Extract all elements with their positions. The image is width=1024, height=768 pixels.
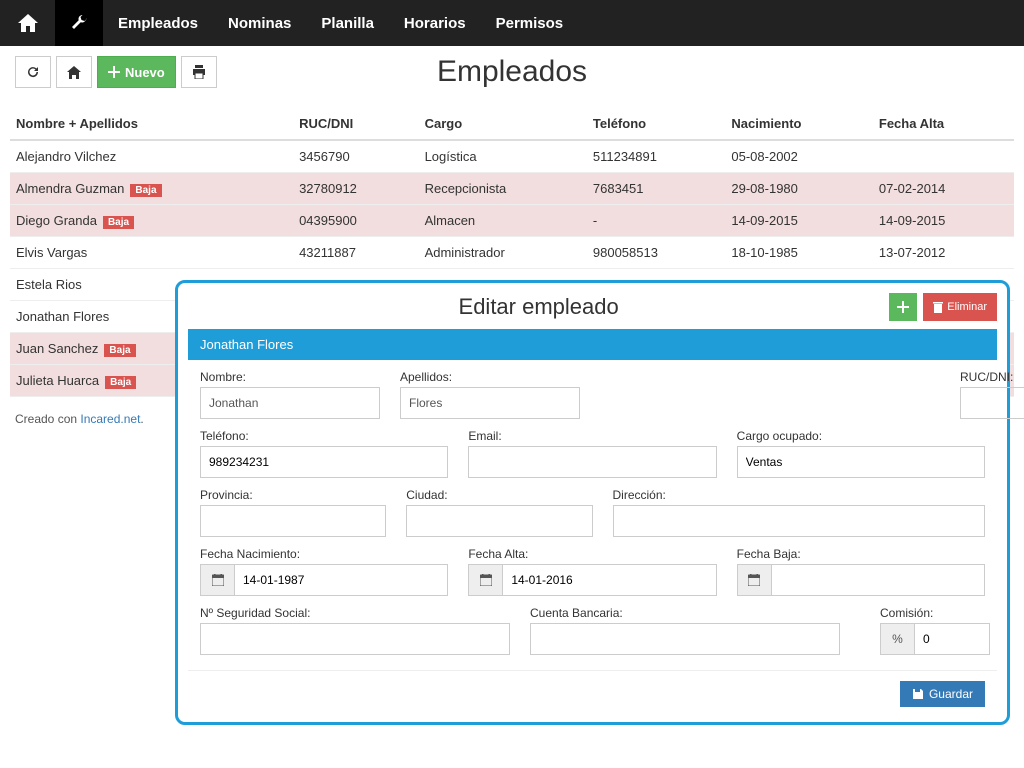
- input-cuenta[interactable]: [530, 623, 840, 655]
- input-fbaja[interactable]: [771, 564, 985, 596]
- value-apellidos: Flores: [400, 387, 580, 419]
- guardar-label: Guardar: [929, 687, 973, 701]
- nav-planilla[interactable]: Planilla: [306, 15, 389, 32]
- label-nombre: Nombre:: [200, 370, 380, 384]
- label-fbaja: Fecha Baja:: [737, 547, 985, 561]
- nav-empleados[interactable]: Empleados: [103, 15, 213, 32]
- baja-badge: Baja: [105, 376, 136, 389]
- label-cuenta: Cuenta Bancaria:: [530, 606, 840, 620]
- input-email[interactable]: [468, 446, 716, 478]
- input-provincia[interactable]: [200, 505, 386, 537]
- footer-link[interactable]: Incared.net: [80, 412, 140, 426]
- baja-badge: Baja: [130, 184, 161, 197]
- th-telefono[interactable]: Teléfono: [587, 108, 726, 140]
- calendar-icon[interactable]: [200, 564, 234, 596]
- label-provincia: Provincia:: [200, 488, 386, 502]
- baja-badge: Baja: [104, 344, 135, 357]
- label-ruc: RUC/DNI:: [960, 370, 1024, 384]
- value-ruc: 78923412: [960, 387, 1024, 419]
- editor-bluebar: Jonathan Flores: [188, 329, 997, 360]
- table-row[interactable]: Diego GrandaBaja04395900Almacen-14-09-20…: [10, 205, 1014, 237]
- label-fnac: Fecha Nacimiento:: [200, 547, 448, 561]
- label-ciudad: Ciudad:: [406, 488, 592, 502]
- table-row[interactable]: Elvis Vargas43211887Administrador9800585…: [10, 237, 1014, 269]
- value-nombre: Jonathan: [200, 387, 380, 419]
- calendar-icon[interactable]: [737, 564, 771, 596]
- input-fnac[interactable]: [234, 564, 448, 596]
- home-icon[interactable]: [0, 0, 55, 46]
- nav-nominas[interactable]: Nominas: [213, 15, 306, 32]
- table-row[interactable]: Almendra GuzmanBaja32780912Recepcionista…: [10, 173, 1014, 205]
- input-falta[interactable]: [502, 564, 716, 596]
- input-comision[interactable]: [914, 623, 990, 655]
- label-apellidos: Apellidos:: [400, 370, 580, 384]
- percent-addon: %: [880, 623, 914, 655]
- editor-title: Editar empleado: [188, 294, 889, 320]
- baja-badge: Baja: [103, 216, 134, 229]
- editor-add-button[interactable]: [889, 293, 917, 321]
- editor-panel: Editar empleado Eliminar Jonathan Flores…: [175, 280, 1010, 725]
- input-telefono[interactable]: [200, 446, 448, 478]
- th-alta[interactable]: Fecha Alta: [873, 108, 1014, 140]
- th-nacimiento[interactable]: Nacimiento: [725, 108, 873, 140]
- input-seg[interactable]: [200, 623, 510, 655]
- wrench-icon[interactable]: [55, 0, 103, 46]
- label-seg: Nº Seguridad Social:: [200, 606, 510, 620]
- toolbar: Nuevo: [0, 46, 1024, 93]
- label-email: Email:: [468, 429, 716, 443]
- table-row[interactable]: Alejandro Vilchez3456790Logística5112348…: [10, 140, 1014, 173]
- print-button[interactable]: [181, 56, 217, 88]
- toolbar-home-button[interactable]: [56, 56, 92, 88]
- editor-delete-button[interactable]: Eliminar: [923, 293, 997, 321]
- top-nav: Empleados Nominas Planilla Horarios Perm…: [0, 0, 1024, 46]
- label-telefono: Teléfono:: [200, 429, 448, 443]
- th-ruc[interactable]: RUC/DNI: [293, 108, 419, 140]
- th-nombre[interactable]: Nombre + Apellidos: [10, 108, 293, 140]
- th-cargo[interactable]: Cargo: [419, 108, 587, 140]
- footer-text: Creado con: [15, 412, 80, 426]
- label-cargo: Cargo ocupado:: [737, 429, 985, 443]
- label-falta: Fecha Alta:: [468, 547, 716, 561]
- editor-form: Nombre: Jonathan Apellidos: Flores RUC/D…: [188, 360, 997, 670]
- label-direccion: Dirección:: [613, 488, 986, 502]
- nav-horarios[interactable]: Horarios: [389, 15, 481, 32]
- refresh-button[interactable]: [15, 56, 51, 88]
- label-comision: Comisión:: [880, 606, 990, 620]
- footer-dot: .: [140, 412, 143, 426]
- guardar-button[interactable]: Guardar: [900, 681, 985, 707]
- nuevo-label: Nuevo: [125, 65, 165, 80]
- input-cargo[interactable]: [737, 446, 985, 478]
- delete-label: Eliminar: [947, 301, 987, 313]
- nav-permisos[interactable]: Permisos: [481, 15, 579, 32]
- calendar-icon[interactable]: [468, 564, 502, 596]
- input-ciudad[interactable]: [406, 505, 592, 537]
- input-direccion[interactable]: [613, 505, 986, 537]
- nuevo-button[interactable]: Nuevo: [97, 56, 176, 88]
